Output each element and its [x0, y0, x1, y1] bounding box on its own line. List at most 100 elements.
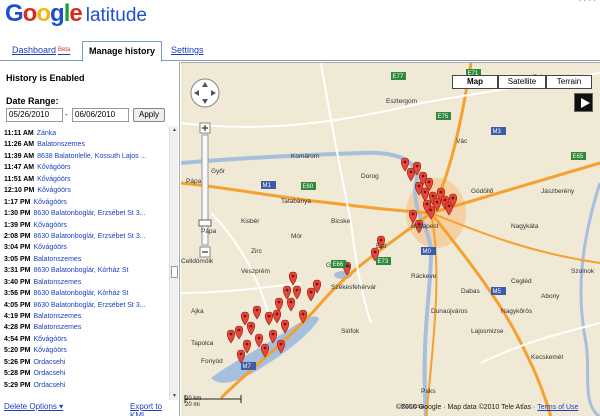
- history-list: 11:11 AM Zánka 11:26 AM Balatonszemes 11:39 …: [4, 128, 168, 400]
- entry-place-link[interactable]: Balatonszemes: [33, 313, 81, 320]
- scroll-up-icon[interactable]: ▲: [170, 126, 179, 134]
- history-entry[interactable]: 11:26 AM Balatonszemes: [4, 139, 168, 150]
- city-label: Kecskemét: [531, 354, 563, 361]
- entry-place-link[interactable]: 8630 Balatonboglár, Erzsébet St 3...: [33, 210, 145, 217]
- history-entry[interactable]: 4:28 PM Balatonszemes: [4, 322, 168, 333]
- marker-dot: [263, 346, 267, 350]
- city-label: Cegléd: [511, 278, 532, 285]
- scroll-down-icon[interactable]: ▼: [170, 392, 179, 400]
- entry-place-link[interactable]: 8630 Balatonboglár, Kórház St: [33, 267, 128, 274]
- history-scrollbar[interactable]: ▲ ▼: [169, 126, 178, 400]
- scroll-thumb[interactable]: [171, 266, 178, 278]
- map-view[interactable]: GyőrTatabányaSzékesfehérvárKecskemétGárd…: [181, 62, 600, 416]
- entry-place-link[interactable]: 8630 Balatonboglár, Erzsébet St 3...: [33, 233, 145, 240]
- city-label: Érd: [376, 241, 387, 250]
- history-entry[interactable]: 3:05 PM Balatonszemes: [4, 254, 168, 265]
- entry-place-link[interactable]: Balatonszemes: [33, 279, 81, 286]
- entry-place-link[interactable]: Kővágóörs: [33, 199, 66, 206]
- map-type-terrain[interactable]: Terrain: [546, 75, 592, 89]
- city-label: Nagykőrös: [501, 308, 533, 315]
- entry-time: 2:08 PM: [4, 232, 31, 240]
- marker-dot: [423, 190, 427, 194]
- road-shield: M0: [421, 247, 436, 255]
- city-label: Tapolca: [191, 340, 214, 347]
- entry-time: 4:19 PM: [4, 313, 31, 320]
- history-entry[interactable]: 5:26 PM Ordacsehi: [4, 357, 168, 368]
- entry-place-link[interactable]: Balatonszemes: [33, 256, 81, 263]
- entry-place-link[interactable]: Kővágóörs: [37, 164, 70, 171]
- start-date-input[interactable]: 05/26/2010: [6, 108, 63, 122]
- history-entry[interactable]: 1:17 PM Kővágóörs: [4, 197, 168, 208]
- history-entry[interactable]: 11:11 AM Zánka: [4, 128, 168, 139]
- svg-text:E77: E77: [393, 74, 404, 80]
- history-entry[interactable]: 11:39 AM 8638 Balatonlelle, Kossuth Lajos…: [4, 151, 168, 162]
- svg-text:M7: M7: [243, 364, 252, 370]
- city-label: Ajka: [191, 308, 204, 315]
- city-label: Fonyód: [201, 358, 223, 365]
- entry-place-link[interactable]: Kővágóörs: [37, 187, 70, 194]
- entry-place-link[interactable]: 8630 Balatonboglár, Erzsébet St 3...: [33, 302, 145, 309]
- entry-time: 12:10 PM: [4, 187, 35, 195]
- history-entry[interactable]: 5:29 PM Ordacsehi: [4, 380, 168, 391]
- history-entry[interactable]: 12:10 PM Kővágóörs: [4, 185, 168, 196]
- svg-text:E65: E65: [573, 154, 584, 160]
- history-entry[interactable]: 5:28 PM Ordacsehi: [4, 368, 168, 379]
- map-type-map[interactable]: Map: [452, 75, 498, 89]
- marker-dot: [249, 324, 253, 328]
- history-entry[interactable]: 2:08 PM 8630 Balatonboglár, Erzsébet St 3…: [4, 231, 168, 242]
- entry-place-link[interactable]: 8638 Balatonlelle, Kossuth Lajos ...: [37, 153, 146, 160]
- history-entry[interactable]: 4:19 PM Balatonszemes: [4, 311, 168, 322]
- entry-place-link[interactable]: Ordacsehi: [33, 370, 65, 377]
- terms-of-use-link[interactable]: Terms of Use: [537, 404, 578, 411]
- history-entry[interactable]: 1:39 PM Kővágóörs: [4, 220, 168, 231]
- svg-text:E66: E66: [333, 262, 344, 268]
- entry-place-link[interactable]: Ordacsehi: [33, 359, 65, 366]
- road-shield: M3: [491, 127, 506, 135]
- city-label: Szolnok: [571, 268, 595, 275]
- map-canvas[interactable]: GyőrTatabányaSzékesfehérvárKecskemétGárd…: [181, 63, 600, 416]
- marker-dot: [255, 308, 259, 312]
- history-entry[interactable]: 1:30 PM 8630 Balatonboglár, Erzsébet St 3…: [4, 208, 168, 219]
- history-entry[interactable]: 3:31 PM 8630 Balatonboglár, Kórház St: [4, 265, 168, 276]
- apply-button[interactable]: Apply: [133, 108, 165, 122]
- user-links[interactable]: · · · ·: [579, 0, 596, 5]
- end-date-input[interactable]: 06/06/2010: [72, 108, 129, 122]
- zoom-slider-thumb[interactable]: [198, 219, 212, 227]
- entry-time: 1:39 PM: [4, 221, 31, 229]
- history-entry[interactable]: 3:04 PM Kővágóörs: [4, 242, 168, 253]
- entry-place-link[interactable]: Kővágóörs: [33, 347, 66, 354]
- tab-dashboard[interactable]: Dashboard Beta: [6, 42, 76, 61]
- entry-place-link[interactable]: 8630 Balatonboglár, Kórház St: [33, 290, 128, 297]
- entry-place-link[interactable]: Kővágóörs: [33, 244, 66, 251]
- city-label: Pápa: [186, 178, 202, 185]
- map-type-satellite[interactable]: Satellite: [498, 75, 546, 89]
- tab-manage-history[interactable]: Manage history: [82, 41, 163, 62]
- history-entry[interactable]: 11:51 AM Kővágóörs: [4, 174, 168, 185]
- entry-place-link[interactable]: Kővágóörs: [33, 222, 66, 229]
- entry-place-link[interactable]: Balatonszemes: [33, 324, 81, 331]
- city-label: Ráckeve: [411, 273, 437, 280]
- svg-text:M5: M5: [493, 289, 502, 295]
- marker-dot: [277, 300, 281, 304]
- entry-place-link[interactable]: Balatonszemes: [37, 141, 85, 148]
- entry-place-link[interactable]: Zánka: [37, 130, 56, 137]
- export-kml-link[interactable]: Export to KML: [130, 402, 180, 416]
- play-icon[interactable]: [574, 93, 593, 112]
- tab-settings[interactable]: Settings: [165, 42, 210, 61]
- history-entry[interactable]: 3:40 PM Balatonszemes: [4, 277, 168, 288]
- history-entry[interactable]: 5:20 PM Kővágóörs: [4, 345, 168, 356]
- history-entry[interactable]: 4:54 PM Kővágóörs: [4, 334, 168, 345]
- marker-dot: [291, 274, 295, 278]
- history-entry[interactable]: 4:05 PM 8630 Balatonboglár, Erzsébet St 3…: [4, 300, 168, 311]
- entry-place-link[interactable]: Ordacsehi: [33, 382, 65, 389]
- entry-place-link[interactable]: Kővágóörs: [33, 336, 66, 343]
- history-entry[interactable]: 3:56 PM 8630 Balatonboglár, Kórház St: [4, 288, 168, 299]
- road-shield: E73: [376, 257, 391, 265]
- marker-dot: [373, 250, 377, 254]
- google-latitude-logo[interactable]: Google latitude: [5, 0, 147, 28]
- entry-place-link[interactable]: Kővágóörs: [37, 176, 70, 183]
- entry-time: 4:54 PM: [4, 335, 31, 343]
- delete-options-link[interactable]: Delete Options ▾: [4, 402, 63, 411]
- history-entry[interactable]: 11:47 AM Kővágóörs: [4, 162, 168, 173]
- svg-text:E73: E73: [378, 259, 389, 265]
